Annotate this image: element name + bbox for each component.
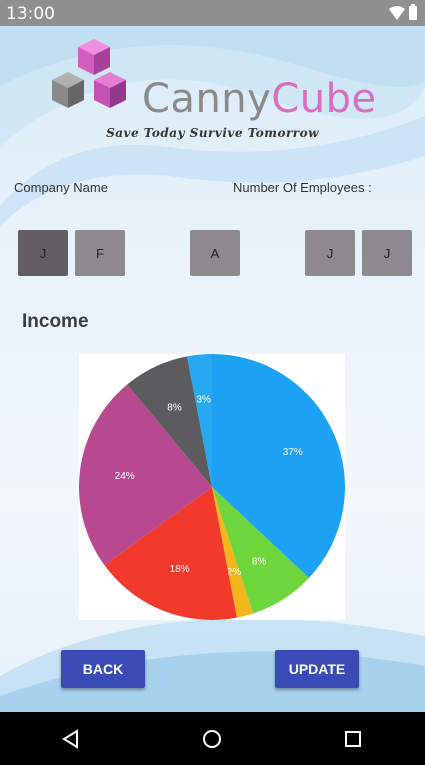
battery-icon: [409, 4, 417, 20]
back-button[interactable]: BACK: [61, 650, 145, 688]
tagline: Save Today Survive Tomorrow: [106, 126, 319, 140]
letter-box-1[interactable]: J: [18, 230, 68, 276]
income-pie-chart: 37% 8% 2% 18% 24% 8% 3%: [79, 354, 345, 620]
pie-label-2: 8%: [252, 556, 267, 567]
company-name-label: Company Name: [14, 180, 108, 195]
employees-label: Number Of Employees :: [233, 180, 372, 195]
main-screen: CannyCube Save Today Survive Tomorrow Co…: [0, 26, 425, 712]
brand-name-part1: Canny: [142, 76, 272, 122]
recents-nav-icon[interactable]: [339, 725, 367, 753]
status-icons: [389, 4, 417, 21]
wifi-icon: [389, 6, 405, 20]
pie-label-7: 3%: [196, 394, 211, 405]
letter-box-3[interactable]: A: [190, 230, 240, 276]
income-title: Income: [22, 311, 89, 332]
update-button[interactable]: UPDATE: [275, 650, 359, 688]
brand-name-part2: Cube: [271, 76, 377, 122]
letter-box-4[interactable]: J: [305, 230, 355, 276]
home-nav-icon[interactable]: [198, 725, 226, 753]
pie-label-5: 24%: [115, 471, 135, 482]
status-time: 13:00: [6, 4, 55, 24]
brand-name: CannyCube: [142, 76, 377, 122]
letter-box-2[interactable]: F: [75, 230, 125, 276]
pie-label-1: 37%: [283, 447, 303, 458]
letter-box-5[interactable]: J: [362, 230, 412, 276]
pie-svg: 37%8%2%18%24%8%3%: [79, 354, 345, 620]
status-bar: 13:00: [0, 0, 425, 26]
pie-label-6: 8%: [167, 402, 182, 413]
pie-label-4: 18%: [170, 564, 190, 575]
navigation-bar: [0, 712, 425, 765]
back-nav-icon[interactable]: [57, 725, 85, 753]
